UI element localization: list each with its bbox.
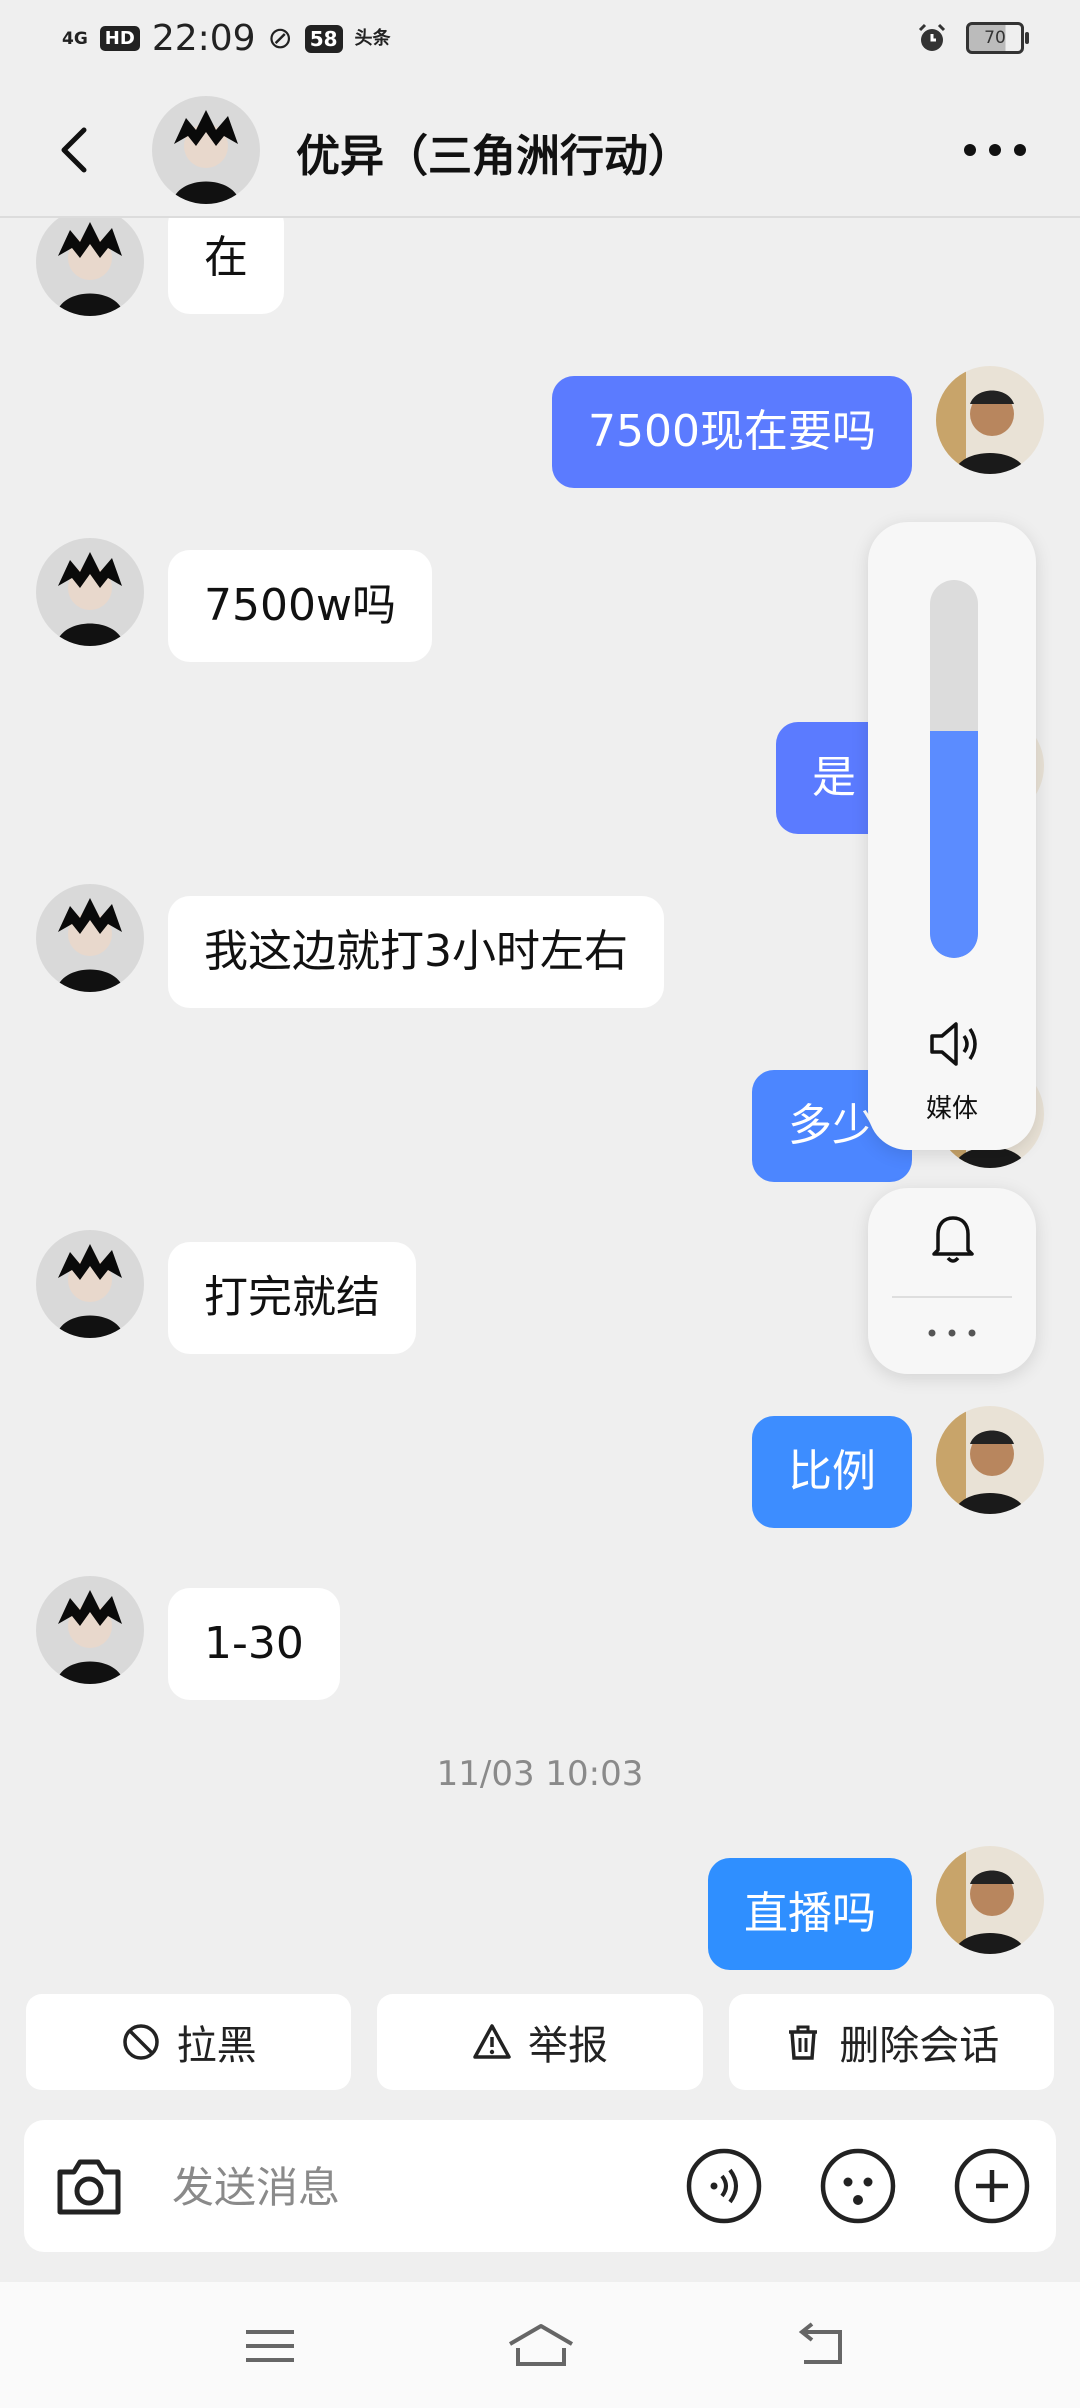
alarm-icon [918,23,946,51]
home-icon[interactable] [506,2318,576,2374]
sound-options-panel [868,1188,1036,1374]
message-composer [24,2120,1056,2252]
avatar-image [36,1576,144,1684]
camera-icon[interactable] [50,2148,128,2226]
status-bar: 4G HD 22:09 ⊘ 58 头条 70 [0,0,1080,84]
contact-avatar[interactable] [152,96,260,204]
more-options-icon[interactable] [960,138,1030,162]
message-bubble[interactable]: 7500w吗 [168,550,432,662]
volume-label: 媒体 [925,1094,978,1124]
message-bubble[interactable]: 直播吗 [708,1858,912,1970]
network-indicator: 4G [62,28,88,49]
avatar-image [36,538,144,646]
user-avatar[interactable] [936,366,1044,474]
message-bubble[interactable]: 我这边就打3小时左右 [168,896,664,1008]
app-tag: 头条 [354,27,391,49]
avatar-image [152,96,260,204]
avatar-image [936,366,1044,474]
report-button[interactable]: 举报 [377,1994,703,2090]
divider [892,1296,1012,1298]
conversation-actions: 拉黑 举报 删除会话 [26,1994,1054,2090]
emoji-icon[interactable] [818,2146,898,2226]
status-right: 70 [916,22,1029,54]
status-left: 4G HD 22:09 ⊘ 58 头条 [62,18,391,59]
notification-badge: 58 [304,24,343,53]
delete-conversation-button[interactable]: 删除会话 [728,1994,1054,2090]
message-input[interactable] [170,2150,674,2224]
volume-level [930,731,978,958]
contact-avatar-small[interactable] [36,218,144,316]
avatar-image [36,1230,144,1338]
avatar-image [936,1406,1044,1514]
message-bubble[interactable]: 比例 [752,1416,912,1528]
status-time: 22:09 [151,18,256,59]
speaker-icon[interactable] [924,1016,984,1072]
message-bubble[interactable]: 1-30 [168,1588,340,1700]
back-nav-icon[interactable] [790,2318,850,2374]
user-avatar[interactable] [936,1846,1044,1954]
user-avatar[interactable] [936,1406,1044,1514]
avatar-image [36,884,144,992]
message-bubble[interactable]: 打完就结 [168,1242,416,1354]
contact-avatar-small[interactable] [36,884,144,992]
menu-icon[interactable] [240,2318,300,2374]
block-button[interactable]: 拉黑 [26,1994,352,2090]
warning-icon [473,2024,511,2059]
add-icon[interactable] [952,2146,1032,2226]
contact-avatar-small[interactable] [36,538,144,646]
block-icon [122,2024,159,2060]
voice-icon[interactable] [684,2146,764,2226]
bell-icon[interactable] [930,1210,976,1266]
block-label: 拉黑 [176,2023,257,2069]
contact-avatar-small[interactable] [36,1576,144,1684]
avatar-image [936,1846,1044,1954]
volume-panel: 媒体 [868,522,1036,1150]
delete-label: 删除会话 [839,2023,1000,2069]
avatar-image [36,218,144,316]
report-label: 举报 [527,2023,608,2069]
chat-header: 优异（三角洲行动） [0,84,1080,218]
system-nav-bar [0,2282,1080,2408]
more-sound-options-icon[interactable] [924,1326,980,1340]
battery-indicator: 70 [966,22,1029,54]
page-title: 优异（三角洲行动） [296,131,692,182]
leaf-icon: ⊘ [267,21,293,56]
message-timestamp: 11/03 10:03 [436,1754,644,1794]
trash-icon [789,2025,818,2060]
message-bubble[interactable]: 7500现在要吗 [552,376,912,488]
volume-slider[interactable] [930,580,978,958]
contact-avatar-small[interactable] [36,1230,144,1338]
message-bubble[interactable]: 在 [168,218,284,314]
hd-badge: HD [99,26,140,51]
back-arrow-icon[interactable] [50,122,100,178]
